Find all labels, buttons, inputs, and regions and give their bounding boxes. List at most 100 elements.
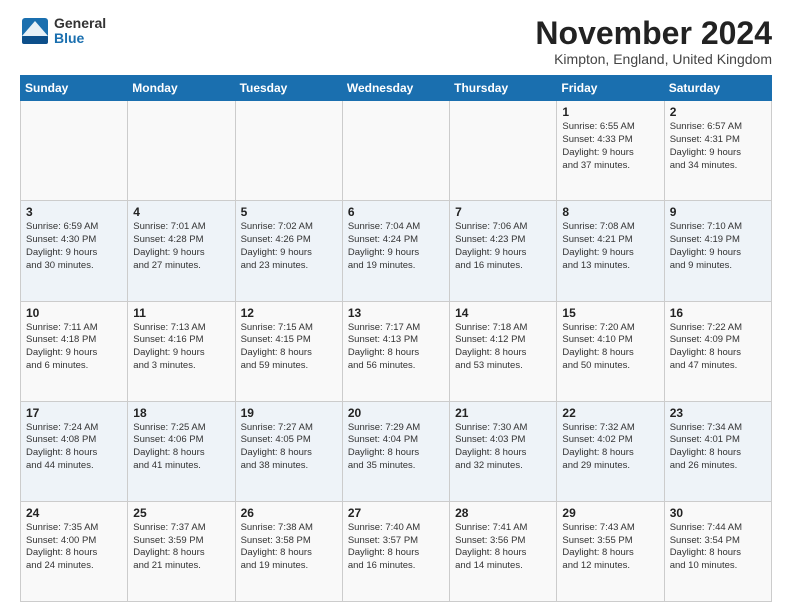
calendar-cell: 3 Sunrise: 6:59 AM Sunset: 4:30 PM Daylig… — [21, 201, 128, 301]
calendar: SundayMondayTuesdayWednesdayThursdayFrid… — [20, 75, 772, 602]
calendar-week: 10Sunrise: 7:11 AM Sunset: 4:18 PM Dayli… — [21, 301, 772, 401]
calendar-cell: 25 Sunrise: 7:37 AM Sunset: 3:59 PM Dayli… — [128, 501, 235, 601]
calendar-cell — [235, 101, 342, 201]
day-number: 1 — [562, 105, 658, 119]
day-info: Sunrise: 7:35 AM Sunset: 4:00 PM Dayligh… — [26, 522, 122, 573]
day-info: Sunrise: 7:27 AM Sunset: 4:05 PM Dayligh… — [241, 422, 337, 473]
day-info: Sunrise: 7:37 AM Sunset: 3:59 PM Dayligh… — [133, 522, 229, 573]
day-number: 4 — [133, 205, 229, 219]
day-info: Sunrise: 7:08 AM Sunset: 4:21 PM Dayligh… — [562, 221, 658, 272]
weekday-header: Tuesday — [235, 76, 342, 101]
day-info: Sunrise: 7:17 AM Sunset: 4:13 PM Dayligh… — [348, 322, 444, 373]
day-info: Sunrise: 7:25 AM Sunset: 4:06 PM Dayligh… — [133, 422, 229, 473]
calendar-cell: 5 Sunrise: 7:02 AM Sunset: 4:26 PM Daylig… — [235, 201, 342, 301]
day-info: Sunrise: 7:40 AM Sunset: 3:57 PM Dayligh… — [348, 522, 444, 573]
day-number: 24 — [26, 506, 122, 520]
logo-text: General Blue — [54, 16, 106, 47]
day-number: 8 — [562, 205, 658, 219]
calendar-cell: 16 Sunrise: 7:22 AM Sunset: 4:09 PM Dayli… — [664, 301, 771, 401]
calendar-cell — [21, 101, 128, 201]
title-section: November 2024 Kimpton, England, United K… — [535, 16, 772, 67]
day-info: Sunrise: 7:41 AM Sunset: 3:56 PM Dayligh… — [455, 522, 551, 573]
day-number: 26 — [241, 506, 337, 520]
day-number: 22 — [562, 406, 658, 420]
calendar-cell: 28 Sunrise: 7:41 AM Sunset: 3:56 PM Dayli… — [450, 501, 557, 601]
day-info: Sunrise: 7:24 AM Sunset: 4:08 PM Dayligh… — [26, 422, 122, 473]
weekday-header: Sunday — [21, 76, 128, 101]
calendar-cell: 26 Sunrise: 7:38 AM Sunset: 3:58 PM Dayli… — [235, 501, 342, 601]
calendar-cell: 4 Sunrise: 7:01 AM Sunset: 4:28 PM Daylig… — [128, 201, 235, 301]
day-number: 28 — [455, 506, 551, 520]
day-number: 23 — [670, 406, 766, 420]
day-number: 14 — [455, 306, 551, 320]
day-number: 19 — [241, 406, 337, 420]
day-number: 5 — [241, 205, 337, 219]
day-number: 30 — [670, 506, 766, 520]
calendar-cell: 14 Sunrise: 7:18 AM Sunset: 4:12 PM Dayli… — [450, 301, 557, 401]
calendar-cell: 19 Sunrise: 7:27 AM Sunset: 4:05 PM Dayli… — [235, 401, 342, 501]
day-info: Sunrise: 7:13 AM Sunset: 4:16 PM Dayligh… — [133, 322, 229, 373]
day-info: Sunrise: 7:06 AM Sunset: 4:23 PM Dayligh… — [455, 221, 551, 272]
day-number: 2 — [670, 105, 766, 119]
day-info: Sunrise: 7:01 AM Sunset: 4:28 PM Dayligh… — [133, 221, 229, 272]
day-info: Sunrise: 7:30 AM Sunset: 4:03 PM Dayligh… — [455, 422, 551, 473]
calendar-cell: 24 Sunrise: 7:35 AM Sunset: 4:00 PM Dayli… — [21, 501, 128, 601]
day-info: Sunrise: 7:22 AM Sunset: 4:09 PM Dayligh… — [670, 322, 766, 373]
calendar-cell: 2Sunrise: 6:57 AM Sunset: 4:31 PM Daylig… — [664, 101, 771, 201]
weekday-header: Thursday — [450, 76, 557, 101]
calendar-cell: 6Sunrise: 7:04 AM Sunset: 4:24 PM Daylig… — [342, 201, 449, 301]
day-info: Sunrise: 7:04 AM Sunset: 4:24 PM Dayligh… — [348, 221, 444, 272]
weekday-header: Wednesday — [342, 76, 449, 101]
header: General Blue November 2024 Kimpton, Engl… — [20, 16, 772, 67]
day-info: Sunrise: 7:20 AM Sunset: 4:10 PM Dayligh… — [562, 322, 658, 373]
calendar-week: 3 Sunrise: 6:59 AM Sunset: 4:30 PM Daylig… — [21, 201, 772, 301]
calendar-cell: 12 Sunrise: 7:15 AM Sunset: 4:15 PM Dayli… — [235, 301, 342, 401]
day-number: 20 — [348, 406, 444, 420]
calendar-cell: 18 Sunrise: 7:25 AM Sunset: 4:06 PM Dayli… — [128, 401, 235, 501]
day-number: 11 — [133, 306, 229, 320]
day-info: Sunrise: 6:59 AM Sunset: 4:30 PM Dayligh… — [26, 221, 122, 272]
day-info: Sunrise: 7:43 AM Sunset: 3:55 PM Dayligh… — [562, 522, 658, 573]
month-title: November 2024 — [535, 16, 772, 51]
day-number: 12 — [241, 306, 337, 320]
day-number: 16 — [670, 306, 766, 320]
weekday-header: Monday — [128, 76, 235, 101]
calendar-cell: 8 Sunrise: 7:08 AM Sunset: 4:21 PM Daylig… — [557, 201, 664, 301]
day-info: Sunrise: 7:34 AM Sunset: 4:01 PM Dayligh… — [670, 422, 766, 473]
calendar-cell: 30 Sunrise: 7:44 AM Sunset: 3:54 PM Dayli… — [664, 501, 771, 601]
day-number: 21 — [455, 406, 551, 420]
weekday-header: Saturday — [664, 76, 771, 101]
day-number: 25 — [133, 506, 229, 520]
day-info: Sunrise: 7:32 AM Sunset: 4:02 PM Dayligh… — [562, 422, 658, 473]
calendar-cell: 9 Sunrise: 7:10 AM Sunset: 4:19 PM Daylig… — [664, 201, 771, 301]
calendar-cell: 27 Sunrise: 7:40 AM Sunset: 3:57 PM Dayli… — [342, 501, 449, 601]
day-number: 3 — [26, 205, 122, 219]
calendar-cell: 1Sunrise: 6:55 AM Sunset: 4:33 PM Daylig… — [557, 101, 664, 201]
calendar-cell: 17 Sunrise: 7:24 AM Sunset: 4:08 PM Dayli… — [21, 401, 128, 501]
day-number: 18 — [133, 406, 229, 420]
day-info: Sunrise: 7:10 AM Sunset: 4:19 PM Dayligh… — [670, 221, 766, 272]
calendar-cell: 23 Sunrise: 7:34 AM Sunset: 4:01 PM Dayli… — [664, 401, 771, 501]
calendar-cell: 20Sunrise: 7:29 AM Sunset: 4:04 PM Dayli… — [342, 401, 449, 501]
day-number: 7 — [455, 205, 551, 219]
calendar-cell: 7 Sunrise: 7:06 AM Sunset: 4:23 PM Daylig… — [450, 201, 557, 301]
logo-general: General — [54, 16, 106, 31]
day-info: Sunrise: 7:38 AM Sunset: 3:58 PM Dayligh… — [241, 522, 337, 573]
header-row: SundayMondayTuesdayWednesdayThursdayFrid… — [21, 76, 772, 101]
calendar-cell — [128, 101, 235, 201]
calendar-header: SundayMondayTuesdayWednesdayThursdayFrid… — [21, 76, 772, 101]
day-info: Sunrise: 7:02 AM Sunset: 4:26 PM Dayligh… — [241, 221, 337, 272]
page: General Blue November 2024 Kimpton, Engl… — [0, 0, 792, 612]
calendar-cell: 11 Sunrise: 7:13 AM Sunset: 4:16 PM Dayli… — [128, 301, 235, 401]
day-number: 17 — [26, 406, 122, 420]
weekday-header: Friday — [557, 76, 664, 101]
day-number: 27 — [348, 506, 444, 520]
day-info: Sunrise: 7:44 AM Sunset: 3:54 PM Dayligh… — [670, 522, 766, 573]
calendar-cell: 10Sunrise: 7:11 AM Sunset: 4:18 PM Dayli… — [21, 301, 128, 401]
day-info: Sunrise: 7:15 AM Sunset: 4:15 PM Dayligh… — [241, 322, 337, 373]
day-number: 9 — [670, 205, 766, 219]
calendar-week: 24 Sunrise: 7:35 AM Sunset: 4:00 PM Dayli… — [21, 501, 772, 601]
day-info: Sunrise: 7:18 AM Sunset: 4:12 PM Dayligh… — [455, 322, 551, 373]
calendar-cell: 13Sunrise: 7:17 AM Sunset: 4:13 PM Dayli… — [342, 301, 449, 401]
calendar-cell: 15Sunrise: 7:20 AM Sunset: 4:10 PM Dayli… — [557, 301, 664, 401]
